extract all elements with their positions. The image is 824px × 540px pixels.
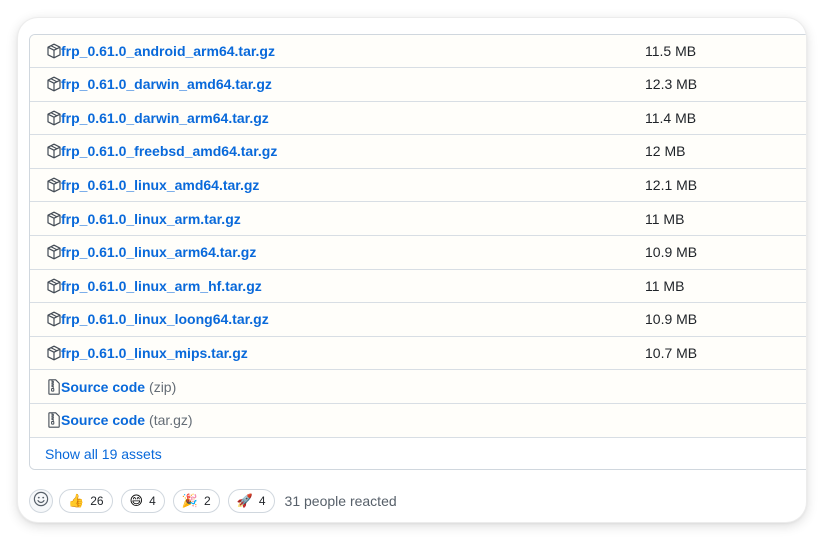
reaction-count: 4 [149, 494, 156, 508]
assets-list: frp_0.61.0_android_arm64.tar.gz 11.5 MB fr… [29, 34, 806, 470]
source-code-targz-row: Source code (tar.gz) [30, 402, 806, 437]
hooray-icon: 🎉 [181, 493, 198, 509]
reaction-button[interactable]: 👍 26 [59, 489, 113, 513]
source-code-zip-link[interactable]: Source code (zip) [61, 379, 176, 395]
package-icon [46, 143, 62, 159]
rocket-icon: 🚀 [236, 493, 253, 509]
reactions-summary: 31 people reacted [284, 493, 397, 509]
asset-row: frp_0.61.0_darwin_amd64.tar.gz 12.3 MB [30, 67, 806, 101]
asset-row: frp_0.61.0_darwin_arm64.tar.gz 11.4 MB [30, 100, 806, 135]
asset-link[interactable]: frp_0.61.0_linux_amd64.tar.gz [61, 177, 259, 193]
release-assets-card: frp_0.61.0_android_arm64.tar.gz 11.5 MB fr… [18, 18, 806, 522]
source-code-targz-label: Source code [61, 412, 146, 429]
asset-link[interactable]: frp_0.61.0_android_arm64.tar.gz [61, 43, 275, 59]
asset-size: 10.9 MB [645, 311, 698, 328]
source-code-zip-row: Source code (zip) [30, 369, 806, 403]
asset-row: frp_0.61.0_linux_loong64.tar.gz 10.9 MB [30, 302, 806, 336]
package-icon [46, 278, 62, 294]
asset-link[interactable]: frp_0.61.0_freebsd_amd64.tar.gz [61, 143, 277, 159]
package-icon [46, 311, 62, 327]
package-icon [46, 76, 62, 92]
asset-size: 10.9 MB [645, 244, 698, 261]
asset-size: 12.3 MB [645, 76, 698, 93]
asset-size: 12 MB [645, 143, 686, 160]
package-icon [46, 211, 62, 227]
asset-link[interactable]: frp_0.61.0_linux_loong64.tar.gz [61, 311, 269, 327]
asset-size: 11 MB [645, 210, 685, 227]
asset-link[interactable]: frp_0.61.0_linux_mips.tar.gz [61, 345, 248, 361]
reactions-bar: 👍 26 😄 4 🎉 2 🚀 4 31 people reacted [29, 488, 397, 514]
asset-link[interactable]: frp_0.61.0_linux_arm.tar.gz [61, 211, 241, 227]
laugh-icon: 😄 [129, 493, 144, 509]
asset-size: 11.5 MB [645, 43, 697, 59]
asset-size: 11 MB [645, 277, 685, 294]
asset-row: frp_0.61.0_linux_amd64.tar.gz 12.1 MB [30, 167, 806, 202]
reaction-count: 26 [90, 494, 104, 508]
source-code-zip-label: Source code [61, 378, 146, 395]
source-code-zip-suffix: (zip) [149, 378, 177, 395]
package-icon [46, 43, 62, 59]
asset-size: 10.7 MB [645, 345, 698, 362]
asset-row: frp_0.61.0_linux_mips.tar.gz 10.7 MB [30, 335, 806, 370]
asset-row: frp_0.61.0_linux_arm64.tar.gz 10.9 MB [30, 234, 806, 269]
source-code-targz-link[interactable]: Source code (tar.gz) [61, 412, 193, 428]
reaction-count: 2 [203, 494, 211, 508]
asset-row: frp_0.61.0_freebsd_amd64.tar.gz 12 MB [30, 134, 806, 168]
smiley-icon [33, 491, 49, 512]
asset-link[interactable]: frp_0.61.0_darwin_arm64.tar.gz [61, 110, 269, 126]
thumbs-up-icon: 👍 [68, 493, 85, 509]
show-all-assets-link[interactable]: Show all 19 assets [45, 446, 162, 462]
asset-size: 11.4 MB [645, 109, 697, 126]
show-all-row: Show all 19 assets [30, 436, 806, 469]
reaction-button[interactable]: 🚀 4 [227, 489, 275, 513]
asset-link[interactable]: frp_0.61.0_darwin_amd64.tar.gz [61, 76, 272, 92]
asset-size: 12.1 MB [645, 177, 698, 194]
reaction-button[interactable]: 🎉 2 [172, 489, 220, 513]
asset-row: frp_0.61.0_linux_arm.tar.gz 11 MB [30, 201, 806, 235]
asset-link[interactable]: frp_0.61.0_linux_arm_hf.tar.gz [61, 278, 262, 294]
asset-row: frp_0.61.0_linux_arm_hf.tar.gz 11 MB [30, 268, 806, 303]
package-icon [46, 345, 62, 361]
package-icon [46, 177, 62, 193]
reaction-button[interactable]: 😄 4 [120, 489, 165, 513]
source-code-targz-suffix: (tar.gz) [149, 412, 193, 429]
package-icon [46, 110, 62, 126]
asset-row: frp_0.61.0_android_arm64.tar.gz 11.5 MB [30, 35, 806, 67]
asset-link[interactable]: frp_0.61.0_linux_arm64.tar.gz [61, 244, 256, 260]
package-icon [46, 244, 62, 260]
add-reaction-button[interactable] [29, 489, 53, 513]
file-zip-icon [46, 412, 62, 428]
file-zip-icon [46, 378, 62, 395]
reaction-count: 4 [258, 494, 266, 508]
